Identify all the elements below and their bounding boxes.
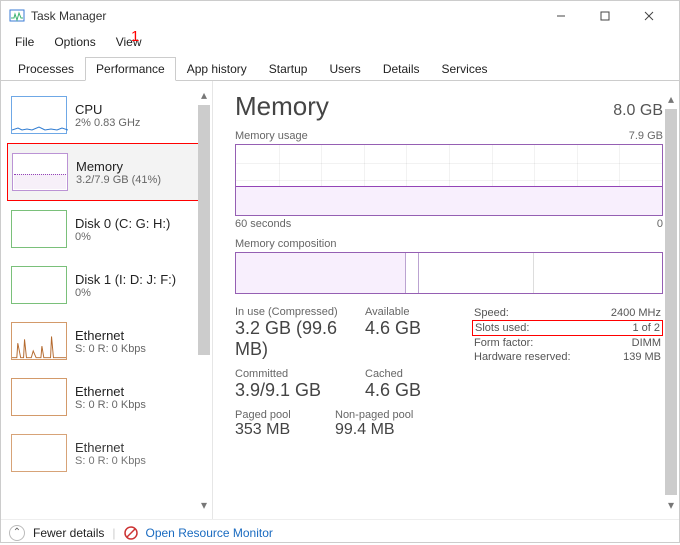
detail-scrollbar[interactable]: ▴ ▾ — [663, 91, 679, 513]
ethernet-thumb — [11, 378, 67, 416]
stat-form-label: Form factor: — [474, 337, 533, 349]
stat-cached-val: 4.6 GB — [365, 380, 445, 401]
divider: | — [112, 526, 115, 540]
sidebar-item-sub: S: 0 R: 0 Kbps — [75, 399, 146, 411]
stat-slots-val: 1 of 2 — [632, 322, 660, 334]
stat-slots-label: Slots used: — [475, 322, 529, 334]
menu-view[interactable]: View — [106, 33, 152, 51]
chevron-up-icon[interactable]: ⌃ — [9, 525, 25, 541]
sidebar-item-label: CPU — [75, 102, 140, 117]
stat-avail-label: Available — [365, 306, 445, 318]
stat-paged-val: 353 MB — [235, 421, 335, 439]
tab-details[interactable]: Details — [372, 57, 431, 80]
tab-startup[interactable]: Startup — [258, 57, 319, 80]
scroll-up-icon[interactable]: ▴ — [663, 91, 679, 107]
stat-nonpaged-label: Non-paged pool — [335, 409, 445, 421]
menu-file[interactable]: File — [5, 33, 44, 51]
scroll-up-icon[interactable]: ▴ — [196, 87, 212, 103]
sidebar-item-label: Ethernet — [75, 440, 146, 455]
stat-inuse-label: In use (Compressed) — [235, 306, 365, 318]
memory-total: 8.0 GB — [613, 102, 663, 120]
stat-speed-val: 2400 MHz — [611, 307, 661, 319]
sidebar-item-sub: S: 0 R: 0 Kbps — [75, 455, 146, 467]
sidebar: CPU2% 0.83 GHz Memory3.2/7.9 GB (41%) 2 … — [1, 81, 213, 519]
sidebar-item-ethernet-2[interactable]: EthernetS: 0 R: 0 Kbps — [7, 425, 210, 481]
taskmgr-icon — [9, 8, 25, 24]
stat-inuse-val: 3.2 GB (99.6 MB) — [235, 318, 365, 360]
sidebar-item-label: Disk 1 (I: D: J: F:) — [75, 272, 176, 287]
stat-form-val: DIMM — [632, 337, 661, 349]
titlebar: Task Manager — [1, 1, 679, 31]
sidebar-item-disk0[interactable]: Disk 0 (C: G: H:)0% — [7, 201, 210, 257]
stat-avail-val: 4.6 GB — [365, 318, 445, 339]
minimize-button[interactable] — [539, 2, 583, 30]
main: CPU2% 0.83 GHz Memory3.2/7.9 GB (41%) 2 … — [1, 81, 679, 519]
menubar: File Options View 1 — [1, 31, 679, 53]
sidebar-item-label: Ethernet — [75, 384, 146, 399]
tab-users[interactable]: Users — [318, 57, 371, 80]
cpu-thumb — [11, 96, 67, 134]
open-resource-monitor-link[interactable]: Open Resource Monitor — [146, 526, 273, 540]
sidebar-item-cpu[interactable]: CPU2% 0.83 GHz — [7, 87, 210, 143]
menu-options[interactable]: Options — [44, 33, 105, 51]
composition-label: Memory composition — [235, 238, 336, 250]
ethernet-thumb — [11, 322, 67, 360]
sidebar-item-label: Ethernet — [75, 328, 146, 343]
tab-services[interactable]: Services — [431, 57, 499, 80]
usage-max: 7.9 GB — [629, 130, 663, 142]
sidebar-item-sub: 0% — [75, 287, 176, 299]
sidebar-item-ethernet-0[interactable]: EthernetS: 0 R: 0 Kbps — [7, 313, 210, 369]
sidebar-scrollbar[interactable]: ▴ ▾ — [196, 87, 212, 513]
sidebar-item-memory[interactable]: Memory3.2/7.9 GB (41%) 2 — [7, 143, 210, 201]
sidebar-item-sub: 0% — [75, 231, 170, 243]
disk-thumb — [11, 266, 67, 304]
sidebar-item-sub: S: 0 R: 0 Kbps — [75, 343, 146, 355]
stat-nonpaged-val: 99.4 MB — [335, 421, 445, 439]
stat-hwres-val: 139 MB — [623, 351, 661, 363]
stat-cached-label: Cached — [365, 368, 445, 380]
stat-speed-label: Speed: — [474, 307, 509, 319]
tabs: Processes Performance App history Startu… — [1, 53, 679, 81]
sidebar-item-ethernet-1[interactable]: EthernetS: 0 R: 0 Kbps — [7, 369, 210, 425]
tab-processes[interactable]: Processes — [7, 57, 85, 80]
sidebar-item-label: Disk 0 (C: G: H:) — [75, 216, 170, 231]
fewer-details-button[interactable]: Fewer details — [33, 526, 104, 540]
maximize-button[interactable] — [583, 2, 627, 30]
scroll-thumb[interactable] — [665, 109, 677, 495]
detail-panel: Memory 8.0 GB Memory usage 7.9 GB 60 seco… — [213, 81, 679, 519]
scroll-down-icon[interactable]: ▾ — [663, 497, 679, 513]
sidebar-item-disk1[interactable]: Disk 1 (I: D: J: F:)0% — [7, 257, 210, 313]
memory-usage-graph — [235, 144, 663, 216]
page-title: Memory — [235, 91, 329, 122]
stat-committed-label: Committed — [235, 368, 365, 380]
axis-left: 60 seconds — [235, 218, 291, 230]
sidebar-item-label: Memory — [76, 159, 161, 174]
footer: ⌃ Fewer details | Open Resource Monitor — [1, 519, 679, 545]
stat-hwres-label: Hardware reserved: — [474, 351, 571, 363]
stat-committed-val: 3.9/9.1 GB — [235, 380, 365, 401]
ethernet-thumb — [11, 434, 67, 472]
stat-paged-label: Paged pool — [235, 409, 335, 421]
disk-thumb — [11, 210, 67, 248]
window-title: Task Manager — [31, 9, 106, 23]
resource-monitor-icon — [124, 526, 138, 540]
close-button[interactable] — [627, 2, 671, 30]
sidebar-item-sub: 3.2/7.9 GB (41%) — [76, 174, 161, 186]
sidebar-item-sub: 2% 0.83 GHz — [75, 117, 140, 129]
memory-hw-stats: Speed: 2400 MHz Slots used: 1 of 2 Form fa… — [472, 306, 663, 447]
tab-app-history[interactable]: App history — [176, 57, 258, 80]
memory-thumb — [12, 153, 68, 191]
usage-label: Memory usage — [235, 130, 308, 142]
memory-composition-graph — [235, 252, 663, 294]
tab-performance[interactable]: Performance — [85, 57, 176, 81]
scroll-thumb[interactable] — [198, 105, 210, 355]
scroll-down-icon[interactable]: ▾ — [196, 497, 212, 513]
